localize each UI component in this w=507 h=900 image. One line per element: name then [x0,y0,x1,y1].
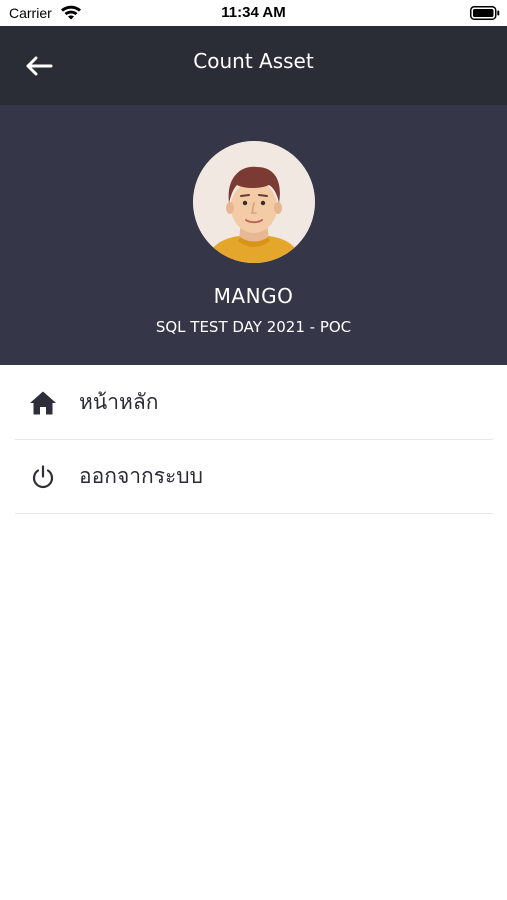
power-icon [32,465,54,489]
avatar-illustration [193,141,315,263]
profile-header: MANGO SQL TEST DAY 2021 - POC [0,105,507,365]
avatar [193,141,315,263]
page-title: Count Asset [193,49,314,73]
menu-item-logout[interactable]: ออกจากระบบ [15,440,493,514]
battery-icon [470,6,500,20]
status-bar: Carrier 11:34 AM [0,0,507,26]
menu-item-home[interactable]: หน้าหลัก [15,366,493,440]
status-time: 11:34 AM [221,4,286,21]
navigation-bar: Count Asset [0,26,507,105]
home-icon [30,391,56,415]
menu-item-label: ออกจากระบบ [79,464,203,488]
menu-item-label: หน้าหลัก [79,390,159,414]
profile-name: MANGO [213,284,294,308]
profile-subtitle: SQL TEST DAY 2021 - POC [155,318,352,336]
